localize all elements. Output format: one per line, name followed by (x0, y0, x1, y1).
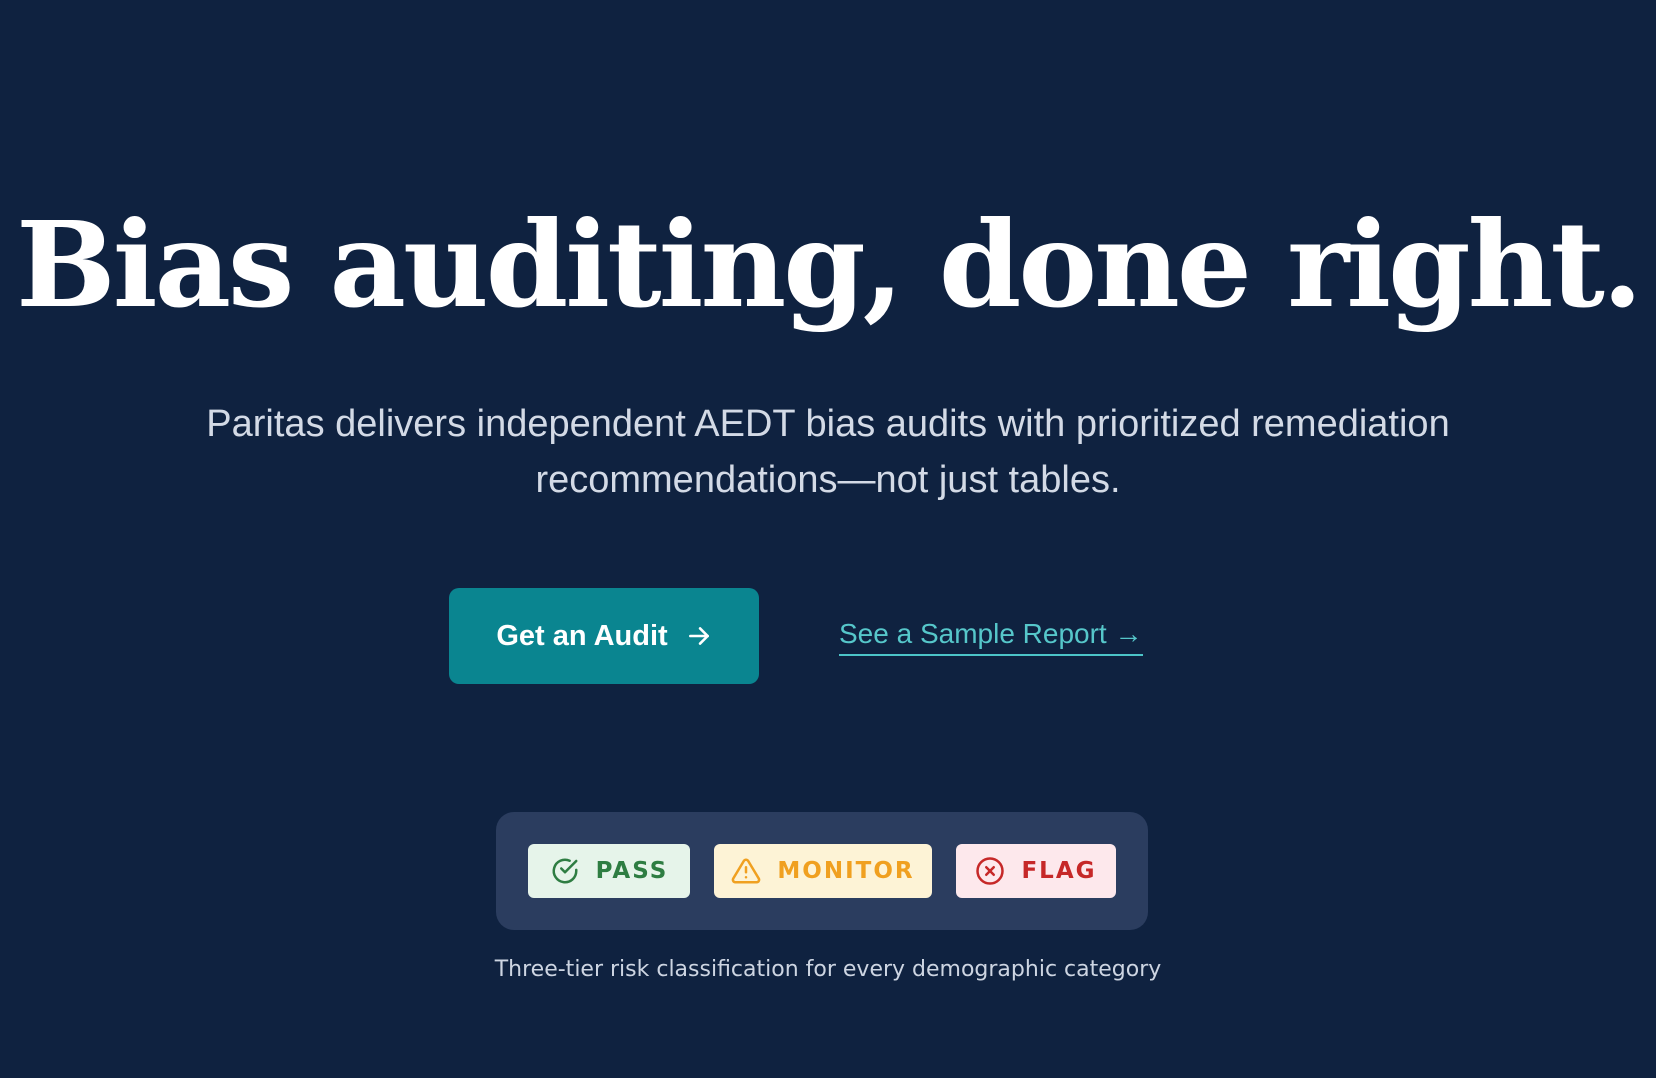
risk-legend-panel: PASS MONITOR FLAG (496, 812, 1148, 930)
x-circle-icon (975, 856, 1005, 886)
hero-subhead: Paritas delivers independent AEDT bias a… (206, 403, 1450, 501)
risk-legend-caption: Three-tier risk classification for every… (494, 957, 1162, 982)
get-audit-button[interactable]: Get an Audit (449, 588, 759, 684)
hero-headline: Bias auditing, done right. (16, 195, 1643, 334)
monitor-badge-label: MONITOR (777, 858, 915, 884)
flag-badge: FLAG (956, 844, 1116, 898)
sample-report-link-label: See a Sample Report → (839, 618, 1143, 649)
warning-triangle-icon (731, 856, 761, 886)
pass-badge: PASS (528, 844, 690, 898)
check-circle-icon (550, 856, 580, 886)
monitor-badge: MONITOR (714, 844, 932, 898)
pass-badge-label: PASS (595, 858, 669, 884)
sample-report-link[interactable]: See a Sample Report → (839, 614, 1143, 656)
flag-badge-label: FLAG (1021, 858, 1097, 884)
hero-section: Bias auditing, done right. Paritas deliv… (0, 0, 1656, 1078)
get-audit-button-label: Get an Audit (496, 619, 668, 652)
cta-row: Get an Audit See a Sample Report → (0, 588, 1656, 684)
arrow-right-icon (686, 623, 712, 649)
